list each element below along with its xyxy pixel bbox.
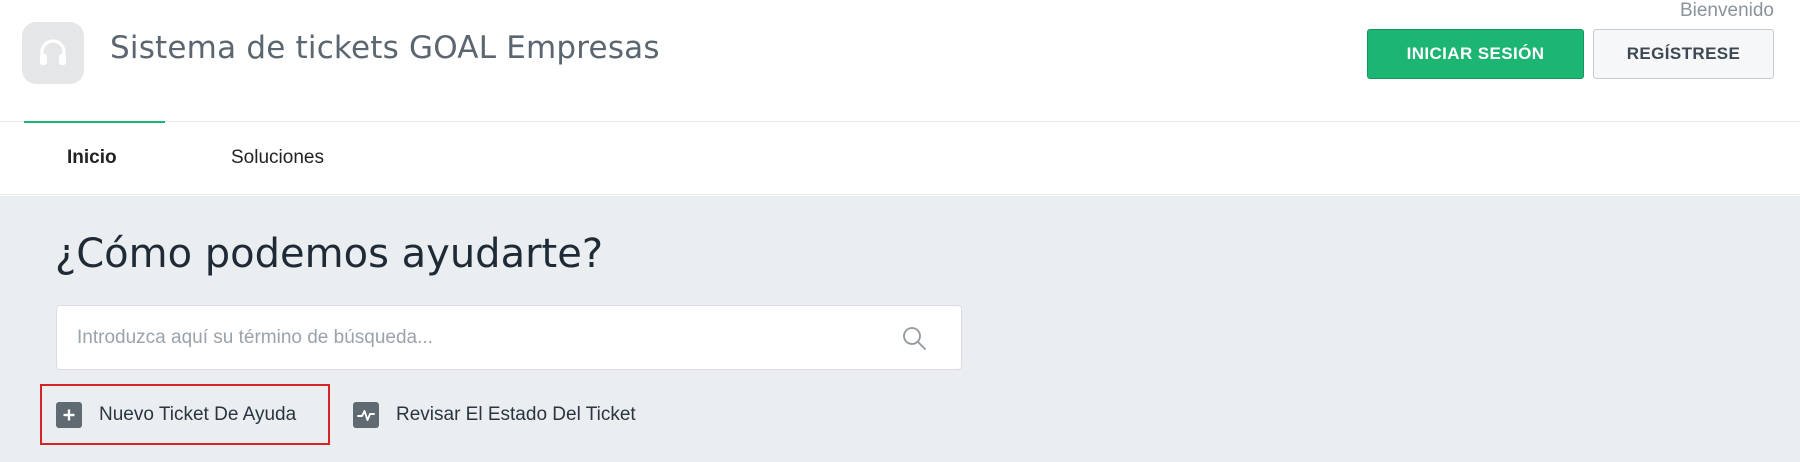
action-links: Nuevo Ticket De Ayuda Revisar El Estado … bbox=[0, 384, 1800, 445]
page-title: ¿Cómo podemos ayudarte? bbox=[55, 231, 604, 277]
check-ticket-status-label: Revisar El Estado Del Ticket bbox=[396, 403, 636, 425]
search-input[interactable] bbox=[77, 306, 897, 369]
main-content: ¿Cómo podemos ayudarte? Nuevo Ticket De … bbox=[0, 196, 1800, 462]
login-button[interactable]: INICIAR SESIÓN bbox=[1367, 29, 1584, 79]
new-ticket-label: Nuevo Ticket De Ayuda bbox=[99, 403, 297, 425]
header: Sistema de tickets GOAL Empresas Bienven… bbox=[0, 0, 1800, 122]
welcome-text: Bienvenido bbox=[1679, 0, 1774, 21]
headset-icon bbox=[40, 39, 66, 65]
tab-inicio[interactable]: Inicio bbox=[67, 147, 117, 169]
nav-bar: Inicio Soluciones bbox=[0, 123, 1800, 195]
new-ticket-link[interactable]: Nuevo Ticket De Ayuda bbox=[40, 384, 330, 445]
register-button[interactable]: REGÍSTRESE bbox=[1593, 29, 1774, 79]
search-box bbox=[56, 305, 962, 370]
activity-icon bbox=[353, 401, 379, 428]
plus-icon bbox=[56, 401, 82, 428]
site-title[interactable]: Sistema de tickets GOAL Empresas bbox=[110, 30, 660, 66]
tab-soluciones[interactable]: Soluciones bbox=[231, 147, 324, 169]
logo[interactable] bbox=[22, 22, 84, 84]
check-ticket-status-link[interactable]: Revisar El Estado Del Ticket bbox=[351, 384, 636, 445]
search-icon[interactable] bbox=[901, 325, 927, 351]
